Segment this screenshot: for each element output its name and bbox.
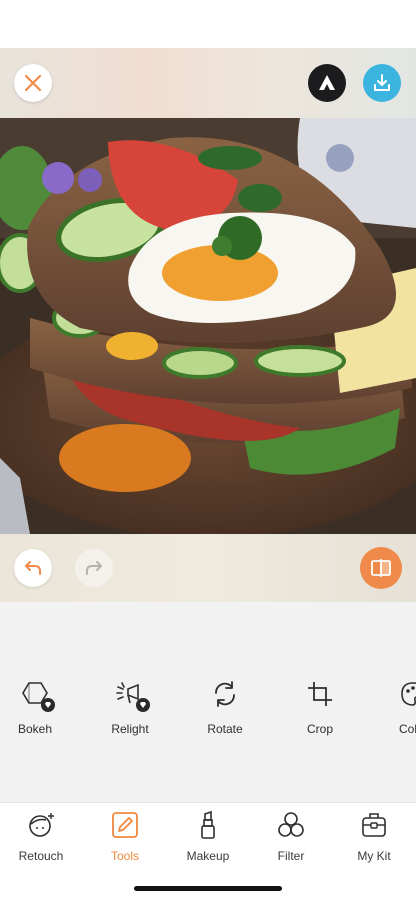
tool-color[interactable]: Col: [375, 676, 416, 740]
rotate-icon: [207, 676, 243, 712]
top-bar: [0, 48, 416, 118]
crop-icon: [302, 676, 338, 712]
bottom-nav: Retouch Tools Makeup Filter My Kit: [0, 802, 416, 900]
food-photo: [0, 118, 416, 534]
compare-icon: [371, 559, 391, 577]
redo-button[interactable]: [75, 549, 113, 587]
tool-rotate[interactable]: Rotate: [185, 676, 265, 740]
close-button[interactable]: [14, 64, 52, 102]
nav-retouch[interactable]: Retouch: [1, 809, 81, 867]
edit-bar: [0, 534, 416, 602]
filter-circles-icon: [275, 809, 307, 841]
tool-crop[interactable]: Crop: [280, 676, 360, 740]
tool-bokeh[interactable]: Bokeh: [0, 676, 75, 740]
tools-panel: Bokeh Relight Rotate Crop Col: [0, 602, 416, 802]
tool-label: Col: [399, 722, 416, 736]
tool-label: Rotate: [207, 722, 243, 736]
app-logo-button[interactable]: [308, 64, 346, 102]
nav-label: Retouch: [18, 849, 64, 863]
status-bar: [0, 0, 416, 48]
tools-pencil-icon: [109, 809, 141, 841]
home-indicator[interactable]: [134, 886, 282, 891]
nav-tools[interactable]: Tools: [85, 809, 165, 867]
toolbox-icon: [358, 809, 390, 841]
nav-label: Tools: [110, 849, 139, 863]
nav-label: Filter: [277, 849, 305, 863]
tool-label: Crop: [306, 722, 333, 736]
retouch-face-icon: [25, 809, 57, 841]
close-icon: [24, 74, 42, 92]
premium-gem-icon: [136, 698, 150, 712]
redo-icon: [86, 561, 102, 575]
photo-canvas[interactable]: [0, 118, 416, 534]
tool-label: Bokeh: [17, 722, 53, 736]
compare-button[interactable]: [360, 547, 402, 589]
relight-icon: [112, 676, 150, 712]
app-logo-icon: [319, 75, 335, 90]
tool-relight[interactable]: Relight: [90, 676, 170, 740]
undo-button[interactable]: [14, 549, 52, 587]
nav-label: My Kit: [357, 849, 391, 863]
nav-my-kit[interactable]: My Kit: [334, 809, 414, 867]
nav-makeup[interactable]: Makeup: [168, 809, 248, 867]
color-palette-icon: [395, 676, 416, 712]
tool-label: Relight: [111, 722, 149, 736]
lipstick-icon: [192, 809, 224, 841]
nav-label: Makeup: [186, 849, 230, 863]
premium-gem-icon: [41, 698, 55, 712]
download-icon: [374, 74, 390, 91]
undo-icon: [25, 561, 41, 575]
download-button[interactable]: [363, 64, 401, 102]
bokeh-icon: [17, 676, 55, 712]
nav-filter[interactable]: Filter: [251, 809, 331, 867]
